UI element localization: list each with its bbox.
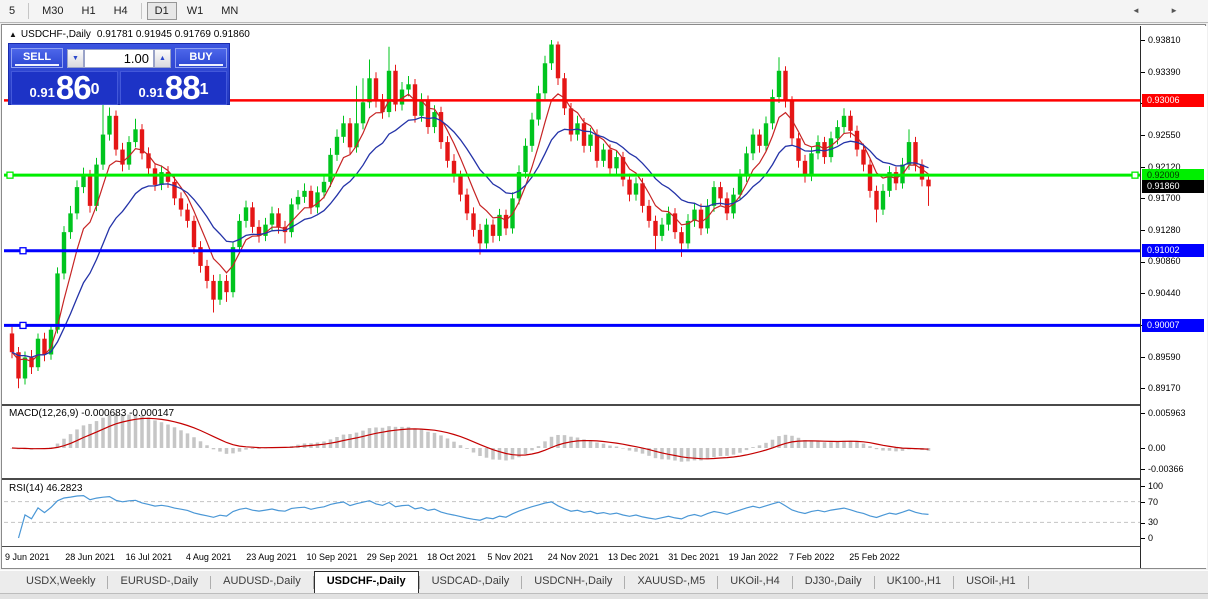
tab-usoil-h1[interactable]: USOil-,H1 — [954, 572, 1028, 593]
toolbar-separator — [28, 3, 30, 19]
chart-tab-bar: USDX,Weekly EURUSD-,Daily AUDUSD-,Daily USD… — [0, 570, 1208, 593]
tab-xauusd-m5[interactable]: XAUUSD-,M5 — [625, 572, 717, 593]
date-label: 18 Oct 2021 — [427, 552, 477, 562]
hline-handle[interactable] — [1131, 171, 1139, 179]
price-axis[interactable]: 0.938100.933900.929700.925500.921200.917… — [1141, 26, 1207, 568]
date-label: 31 Dec 2021 — [668, 552, 720, 562]
date-label: 5 Nov 2021 — [487, 552, 534, 562]
tab-dj30-daily[interactable]: DJ30-,Daily — [793, 572, 874, 593]
date-label: 13 Dec 2021 — [608, 552, 660, 562]
price-marker-0.91002: 0.91002 — [1142, 244, 1204, 258]
hline-handle[interactable] — [6, 171, 14, 179]
collapse-chart-icon[interactable]: ▲ — [9, 30, 17, 39]
panel-separator[interactable] — [2, 404, 1204, 406]
timeframe-button-h1[interactable]: H1 — [74, 2, 104, 20]
sell-price-big-digits: 86 — [55, 69, 92, 106]
buy-price-prefix: 0.91 — [138, 85, 164, 100]
sell-price-pip-digit: 0 — [90, 81, 100, 98]
tab-usdcad-daily[interactable]: USDCAD-,Daily — [420, 572, 522, 593]
chart-symbol-period: USDCHF-,Daily — [20, 29, 91, 40]
date-label: 10 Sep 2021 — [306, 552, 358, 562]
rsi-label: RSI(14) 46.2823 — [9, 483, 83, 494]
chart-ohlc-values: 0.91781 0.91945 0.91769 0.91860 — [96, 29, 250, 40]
buy-price-pip-digit: 1 — [199, 81, 209, 98]
axis-tick: 0.00 — [1141, 442, 1166, 454]
price-marker-0.90007: 0.90007 — [1142, 318, 1204, 332]
axis-tick: 30 — [1141, 516, 1158, 528]
macd-label: MACD(12,26,9) -0.000683 -0.000147 — [9, 408, 175, 419]
sell-price-prefix: 0.91 — [29, 85, 55, 100]
axis-tick: 0 — [1141, 532, 1153, 544]
date-label: 28 Jun 2021 — [65, 552, 115, 562]
tab-ukoil-h4[interactable]: UKOil-,H4 — [718, 572, 792, 593]
one-click-trading-panel: SELL ▼ ▲ BUY 0.91 86 0 0.91 88 1 — [8, 43, 230, 105]
timeframe-button-d1[interactable]: D1 — [146, 2, 177, 20]
timeframe-button-h4[interactable]: H4 — [106, 2, 136, 20]
ma-slow-line — [11, 116, 929, 358]
date-label: 16 Jul 2021 — [125, 552, 173, 562]
mt4-terminal: 5 M30 H1 H4 D1 W1 MN ▲ USDCHF-,Daily 0.91781 0.9… — [0, 0, 1208, 599]
axis-tick: 0.89170 — [1141, 382, 1181, 394]
axis-tick: 0.93390 — [1141, 66, 1181, 78]
price-marker-0.93006: 0.93006 — [1142, 93, 1204, 107]
axis-tick: 0.91280 — [1141, 224, 1181, 236]
tab-scroll-arrows[interactable]: ◄ ► — [1132, 6, 1192, 15]
volume-decrease-button[interactable]: ▼ — [67, 48, 84, 68]
panel-separator — [2, 546, 1204, 547]
timeframe-button-w1[interactable]: W1 — [179, 2, 212, 20]
date-label: 23 Aug 2021 — [246, 552, 297, 562]
tab-audusd-daily[interactable]: AUDUSD-,Daily — [211, 572, 313, 593]
chart-title: ▲ USDCHF-,Daily 0.91781 0.91945 0.91769 0.… — [9, 29, 250, 40]
volume-increase-button[interactable]: ▲ — [154, 48, 171, 68]
buy-button[interactable]: BUY — [175, 48, 227, 68]
axis-tick: 0.92550 — [1141, 129, 1181, 141]
timeframe-button-5[interactable]: 5 — [1, 2, 23, 20]
hline-handle[interactable] — [19, 247, 27, 255]
date-label: 24 Nov 2021 — [547, 552, 599, 562]
tab-usdx-weekly[interactable]: USDX,Weekly — [14, 572, 107, 593]
rsi-panel — [4, 494, 1140, 539]
axis-tick: 0.93810 — [1141, 34, 1181, 46]
tab-uk100-h1[interactable]: UK100-,H1 — [875, 572, 953, 593]
axis-tick: 0.91700 — [1141, 192, 1181, 204]
tab-eurusd-daily[interactable]: EURUSD-,Daily — [108, 572, 210, 593]
timeframe-toolbar: 5 M30 H1 H4 D1 W1 MN — [0, 0, 1208, 23]
bottom-strip — [0, 593, 1208, 599]
axis-tick: 0.005963 — [1141, 407, 1186, 419]
axis-tick: 100 — [1141, 480, 1163, 492]
tab-separator — [1027, 576, 1029, 589]
toolbar-separator — [140, 3, 142, 19]
volume-input[interactable] — [84, 48, 154, 68]
timeframe-button-mn[interactable]: MN — [213, 2, 246, 20]
buy-price-display[interactable]: 0.91 88 1 — [120, 71, 227, 105]
hline-handle[interactable] — [19, 321, 27, 330]
axis-tick: 0.90440 — [1141, 287, 1181, 299]
date-axis[interactable]: 9 Jun 2021 28 Jun 2021 16 Jul 2021 4 Aug 20… — [2, 548, 1140, 568]
sell-price-display[interactable]: 0.91 86 0 — [11, 71, 118, 105]
buy-price-big-digits: 88 — [164, 69, 201, 106]
tab-usdcnh-daily[interactable]: USDCNH-,Daily — [522, 572, 624, 593]
axis-tick: 70 — [1141, 496, 1158, 508]
sell-button[interactable]: SELL — [11, 48, 63, 68]
macd-panel — [10, 414, 931, 462]
date-label: 7 Feb 2022 — [788, 552, 835, 562]
date-label: 9 Jun 2021 — [5, 552, 50, 562]
date-label: 4 Aug 2021 — [185, 552, 232, 562]
tab-usdchf-daily[interactable]: USDCHF-,Daily — [313, 571, 419, 593]
timeframe-button-m30[interactable]: M30 — [34, 2, 71, 20]
date-label: 19 Jan 2022 — [728, 552, 779, 562]
date-label: 25 Feb 2022 — [849, 552, 900, 562]
date-label: 29 Sep 2021 — [366, 552, 418, 562]
axis-tick: -0.00366 — [1141, 463, 1184, 475]
price-marker-0.91860: 0.91860 — [1142, 179, 1204, 193]
panel-separator[interactable] — [2, 478, 1204, 480]
axis-tick: 0.89590 — [1141, 351, 1181, 363]
